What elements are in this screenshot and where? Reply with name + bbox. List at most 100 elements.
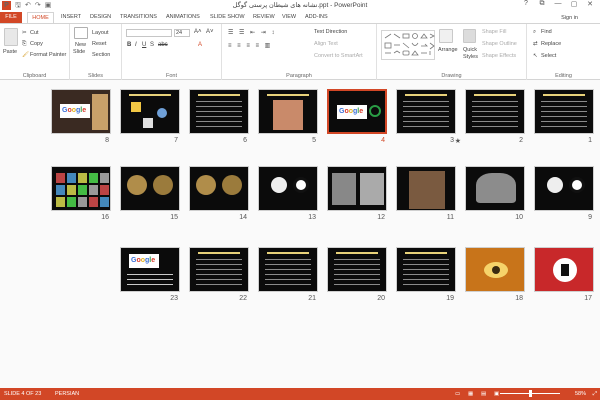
font-color-icon[interactable]: A [198,42,202,48]
maximize-button[interactable]: ▢ [566,0,582,8]
find-button[interactable]: Find [541,29,552,35]
slide-thumbnail[interactable] [189,166,249,211]
tab-design[interactable]: DESIGN [90,12,111,23]
replace-icon[interactable]: ⇄ [533,41,538,47]
slide-sorter[interactable]: 1 2 ★ 3 Google 4 5 6 7 Google 8 9 10 11 12 13 14 15 16 17 18… [0,80,600,388]
shape-outline-button[interactable]: Shape Outline [482,41,517,47]
slide-thumbnail[interactable]: Google [327,89,387,134]
slide-thumbnail[interactable] [534,166,594,211]
fit-to-window-icon[interactable]: ⤢ [593,391,597,398]
ribbon-display-button[interactable]: ⧉ [534,0,550,8]
tab-transitions[interactable]: TRANSITIONS [120,12,157,23]
copy-button[interactable]: Copy [30,41,43,47]
tab-file[interactable]: FILE [0,12,22,23]
slide-thumbnail[interactable] [465,89,525,134]
sign-in-link[interactable]: Sign in [561,15,578,21]
shrink-font-icon[interactable]: A˅ [206,29,214,35]
minimize-button[interactable]: — [550,0,566,8]
align-icons[interactable]: ≡ ≡ ≡ ≡ ▥ [228,42,272,49]
new-slide-button-2[interactable]: Slide [73,49,85,55]
slide-thumbnail[interactable]: Google [120,247,180,292]
slide-number: 15 [170,214,178,221]
zoom-slider-thumb[interactable] [529,390,532,397]
tab-review[interactable]: REVIEW [253,12,275,23]
cut-button[interactable]: Cut [30,30,39,36]
arrange-icon[interactable] [439,29,453,43]
layout-button[interactable]: Layout [92,30,109,36]
slide-thumbnail[interactable] [189,247,249,292]
slide-thumbnail[interactable] [120,89,180,134]
slide-sorter-view-icon[interactable]: ▦ [468,391,473,397]
slide-thumbnail[interactable]: Google [51,89,111,134]
cut-icon[interactable]: ✂ [22,30,27,36]
font-label: Font [165,73,177,79]
convert-smartart-button[interactable]: Convert to SmartArt [314,53,363,59]
slide-thumbnail[interactable] [258,247,318,292]
slide-thumbnail[interactable] [189,89,249,134]
shapes-gallery[interactable] [381,30,435,60]
replace-button[interactable]: Replace [541,41,561,47]
slide-thumbnail[interactable] [534,247,594,292]
arrange-button[interactable]: Arrange [438,47,458,53]
find-icon[interactable]: ⌕ [533,29,536,36]
select-icon[interactable]: ↖ [533,53,538,59]
select-button[interactable]: Select [541,53,556,59]
shape-effects-button[interactable]: Shape Effects [482,53,516,59]
new-slide-button[interactable]: New [75,42,86,48]
slide-thumbnail[interactable] [465,166,525,211]
slide-thumbnail[interactable] [327,166,387,211]
tab-animations[interactable]: ANIMATIONS [166,12,200,23]
tab-home[interactable]: HOME [27,12,54,23]
slide-thumbnail[interactable] [465,247,525,292]
help-button[interactable]: ? [518,0,534,8]
slide-show-view-icon[interactable]: ▣ [494,391,499,397]
italic-icon[interactable]: I [135,42,137,48]
transition-star-icon[interactable]: ★ [453,137,461,145]
quick-styles-icon[interactable] [463,29,476,43]
font-name-combo[interactable] [126,29,172,37]
grow-font-icon[interactable]: A˄ [194,29,202,35]
zoom-level[interactable]: 58% [575,391,586,397]
title-bar: P 🖫 ↶ ↷ ▣ نشانه های شیطان پرستی گوگل.ppt… [0,0,600,12]
tab-insert[interactable]: INSERT [61,12,81,23]
slide-thumbnail[interactable] [534,89,594,134]
strikethrough-icon[interactable]: abc [158,42,168,48]
tab-view[interactable]: VIEW [282,12,296,23]
font-size-combo[interactable]: 24 [174,29,190,37]
quick-styles-button[interactable]: Quick [463,47,477,53]
bold-icon[interactable]: B [127,42,131,48]
text-direction-button[interactable]: Text Direction [314,29,347,35]
section-button[interactable]: Section [92,52,110,58]
underline-icon[interactable]: U [142,42,146,48]
close-button[interactable]: ✕ [582,0,598,8]
align-text-button[interactable]: Align Text [314,41,338,47]
slide-thumbnail[interactable] [396,89,456,134]
bullets-icon[interactable]: ☰ ☰ ⇤ ⇥ ↕ [228,29,276,36]
format-painter-icon[interactable]: 🖌 [22,52,29,58]
format-painter-button[interactable]: Format Painter [30,52,66,58]
paste-button[interactable]: Paste [3,49,17,55]
editing-label: Editing [555,73,572,79]
slide-thumbnail[interactable] [258,89,318,134]
new-slide-icon[interactable] [74,27,88,39]
tab-add-ins[interactable]: ADD-INS [305,12,328,23]
shape-fill-button[interactable]: Shape Fill [482,29,506,35]
slide-thumbnail[interactable] [51,166,111,211]
language-indicator[interactable]: PERSIAN [55,391,79,397]
quick-styles-button-2[interactable]: Styles [463,54,478,60]
tab-slide-show[interactable]: SLIDE SHOW [210,12,245,23]
reset-button[interactable]: Reset [92,41,106,47]
slide-thumbnail[interactable] [258,166,318,211]
slide-number: 19 [446,295,454,302]
reading-view-icon[interactable]: ▤ [481,391,486,397]
clipboard-label: Clipboard [22,73,47,79]
slide-thumbnail[interactable] [396,166,456,211]
slide-thumbnail[interactable] [396,247,456,292]
normal-view-icon[interactable]: ▭ [455,391,460,397]
copy-icon[interactable]: ⎘ [22,41,26,48]
shadow-icon[interactable]: S [150,42,154,48]
paste-icon[interactable] [4,28,18,46]
slide-thumbnail[interactable] [120,166,180,211]
slide-thumbnail[interactable] [327,247,387,292]
slide-number: 17 [584,295,592,302]
